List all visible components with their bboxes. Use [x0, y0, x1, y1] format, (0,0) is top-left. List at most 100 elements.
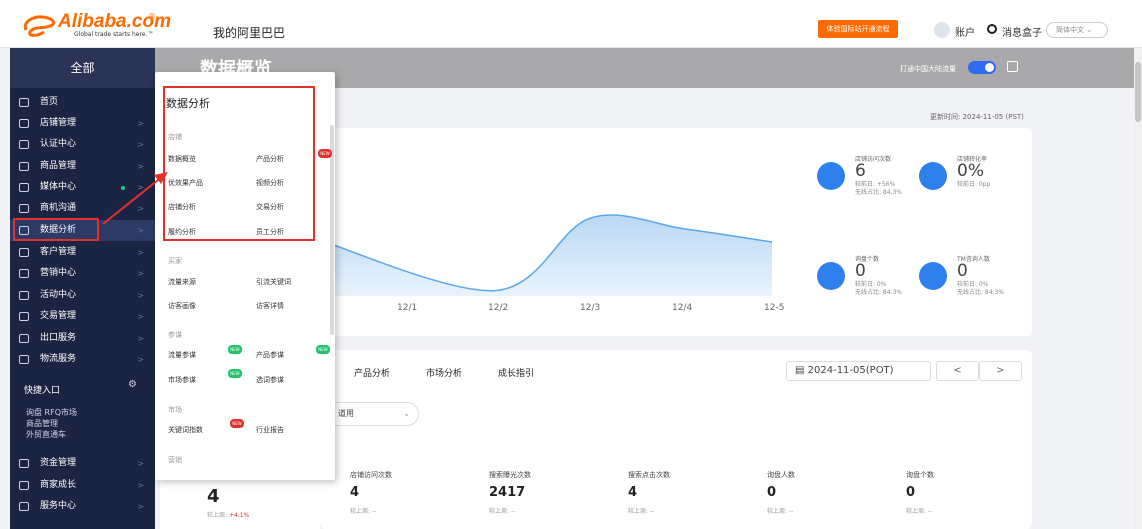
chevron-right-icon: >: [137, 269, 144, 278]
metric-sub: 较上周: --: [350, 508, 377, 515]
x-tick-label: 12-5: [764, 303, 785, 313]
flyout-item-market-advisor[interactable]: 市场参谋: [168, 375, 196, 385]
sidebar: 全部 首页 店铺管理 > 认证中心 > 商品管理 > 媒体中心 > 商机沟通 > 数据分析…: [10, 48, 155, 529]
sidebar-item-verification[interactable]: 认证中心 >: [10, 134, 155, 155]
tab-market-analysis[interactable]: 市场分析: [426, 366, 462, 379]
alibaba-swirl-icon: [23, 15, 56, 37]
calendar-icon[interactable]: [1007, 61, 1018, 72]
alibaba-logo[interactable]: Alibaba.com ® Global trade starts here.™: [20, 10, 190, 40]
flyout-section-marketing: 营销: [168, 456, 182, 464]
kpi-sub: 较前日: 0% 无线占比: 84.3%: [957, 281, 1004, 297]
flyout-item-visitor-profile[interactable]: 访客画像: [168, 301, 196, 311]
metric-sub: 较上周: --: [906, 508, 933, 515]
x-tick-label: 12/2: [488, 303, 509, 313]
sidebar-item-transactions[interactable]: 交易管理 >: [10, 306, 155, 327]
metric-label: 询盘人数: [767, 471, 795, 479]
new-badge: NEW: [318, 149, 332, 158]
chevron-right-icon: >: [137, 334, 144, 343]
date-filter[interactable]: ▤ 2024-11-05(POT): [786, 361, 931, 381]
sidebar-item-label: 交易管理: [40, 311, 77, 321]
metric-sub: 较上周: --: [628, 508, 655, 515]
account-link[interactable]: 账户: [955, 24, 975, 39]
quick-link[interactable]: 询盘 RFQ市场: [26, 407, 146, 418]
flyout-item-visitor-details[interactable]: 访客详情: [256, 301, 284, 311]
sidebar-item-growth[interactable]: 商家成长 >: [10, 475, 155, 496]
annotation-highlight-box: [163, 86, 315, 241]
gear-icon[interactable]: ⚙: [128, 379, 137, 390]
sidebar-item-logistics[interactable]: 物流服务 >: [10, 349, 155, 370]
top-bar: Alibaba.com ® Global trade starts here.™…: [0, 0, 1142, 48]
chevron-right-icon: >: [137, 226, 144, 235]
sidebar-item-events[interactable]: 活动中心 >: [10, 285, 155, 306]
quick-link[interactable]: 外贸直通车: [26, 429, 146, 440]
metric-sub: 较上周: --: [489, 508, 516, 515]
prev-date-button[interactable]: <: [936, 361, 979, 381]
tab-growth-guide[interactable]: 成长指引: [498, 366, 534, 379]
kpi-value: 0: [957, 261, 968, 281]
flyout-item-industry-report[interactable]: 行业报告: [256, 425, 284, 435]
sidebar-item-export[interactable]: 出口服务 >: [10, 328, 155, 349]
flyout-item-traffic-source[interactable]: 流量来源: [168, 277, 196, 287]
dropdown-select[interactable]: 道用 ⌄: [323, 402, 419, 426]
new-badge: NEW: [228, 345, 242, 354]
sidebar-item-funds[interactable]: 资金管理 >: [10, 453, 155, 474]
sidebar-item-customers[interactable]: 客户管理 >: [10, 242, 155, 263]
flyout-item-product-advisor[interactable]: 产品参谋: [256, 350, 284, 360]
flyout-item-keywords[interactable]: 引流关键词: [256, 277, 291, 287]
sidebar-item-store[interactable]: 店铺管理 >: [10, 113, 155, 134]
account-avatar[interactable]: [934, 22, 950, 38]
message-icon[interactable]: [987, 24, 997, 34]
metric-inquiries: 询盘个数 0 较上周: --: [906, 470, 1036, 515]
scrollbar-thumb[interactable]: [1135, 62, 1141, 122]
new-dot: [121, 186, 125, 190]
x-tick-label: 12/3: [580, 303, 601, 313]
next-date-button[interactable]: >: [979, 361, 1022, 381]
sidebar-item-products[interactable]: 商品管理 >: [10, 156, 155, 177]
flyout-section-advisor: 参谋: [168, 331, 182, 339]
my-alibaba-link[interactable]: 我的阿里巴巴: [213, 24, 285, 41]
kpi-sub: 较前日: 0pp: [957, 181, 990, 189]
chevron-right-icon: >: [137, 162, 144, 171]
user-icon: [19, 248, 29, 257]
language-select[interactable]: 简体中文 ⌄: [1046, 22, 1108, 38]
metric-label: 搜索曝光次数: [489, 471, 531, 479]
traffic-toggle[interactable]: [968, 61, 996, 74]
promo-button[interactable]: 体验国际站开通流程: [818, 20, 898, 38]
quick-links-list: 询盘 RFQ市场 商品管理 外贸直通车: [26, 407, 146, 440]
event-icon: [19, 291, 29, 300]
new-badge: NEW: [230, 419, 244, 428]
service-icon: [19, 502, 29, 511]
message-box-link[interactable]: 消息盒子: [1002, 24, 1042, 39]
sidebar-item-home[interactable]: 首页: [10, 92, 155, 113]
logo-slogan: Global trade starts here.™: [74, 31, 154, 38]
growth-icon: [19, 481, 29, 490]
area-series-fill: [320, 215, 772, 296]
kpi-sub-line: 无线占比: 84.3%: [855, 289, 902, 296]
sidebar-item-label: 出口服务: [40, 333, 77, 343]
globe-icon: [19, 334, 29, 343]
metric-left: 4 较上周: +4.1%: [207, 486, 249, 519]
page-scrollbar[interactable]: [1134, 48, 1142, 529]
sidebar-all-header[interactable]: 全部: [10, 48, 155, 88]
sidebar-item-marketing[interactable]: 营销中心 >: [10, 263, 155, 284]
sidebar-item-messages[interactable]: 商机沟通 >: [10, 198, 155, 219]
metric-value: 0: [906, 485, 916, 500]
annotation-highlight-box: [13, 218, 99, 241]
flyout-section-market: 市场: [168, 406, 182, 414]
sidebar-item-service[interactable]: 服务中心 >: [10, 496, 155, 517]
kpi-value: 0: [855, 261, 866, 281]
flyout-item-keyword-advisor[interactable]: 选词参谋: [256, 375, 284, 385]
store-icon: [817, 162, 845, 190]
quick-link[interactable]: 商品管理: [26, 418, 146, 429]
tab-product-analysis[interactable]: 产品分析: [354, 366, 390, 379]
flyout-item-traffic-advisor[interactable]: 流量参谋: [168, 350, 196, 360]
flyout-section-buyers: 买家: [168, 257, 182, 265]
chevron-right-icon: >: [137, 291, 144, 300]
sidebar-item-media[interactable]: 媒体中心 >: [10, 177, 155, 198]
flyout-item-keyword-index[interactable]: 关键词指数: [168, 425, 203, 435]
product-icon: [19, 162, 29, 171]
kpi-sub: 较前日: 0% 无线占比: 84.3%: [855, 281, 902, 297]
metric-sub: 较上周: --: [767, 508, 794, 515]
kpi-sub-line: 较前日: 0pp: [957, 181, 991, 188]
broadcast-icon: [19, 269, 29, 278]
